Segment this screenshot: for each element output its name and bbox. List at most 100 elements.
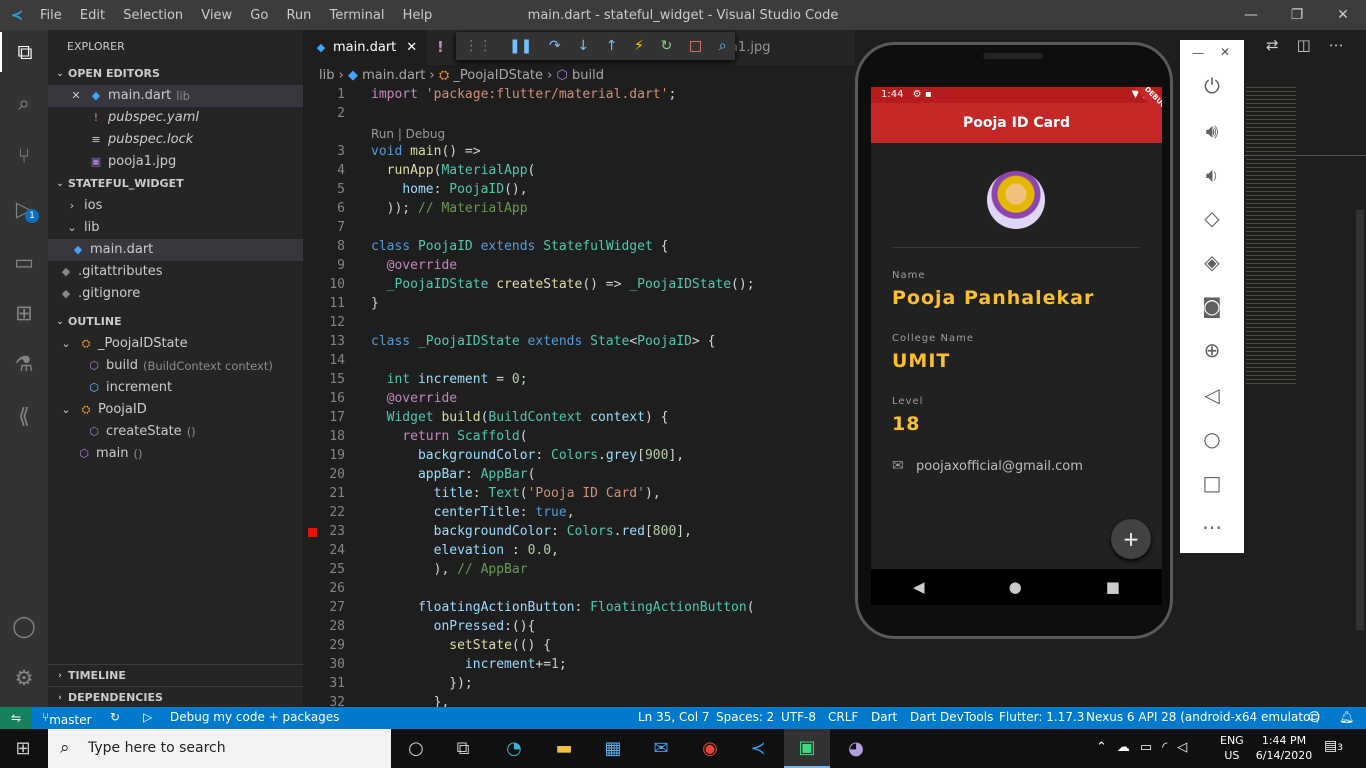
close-window-button[interactable]: ✕ [1320,0,1366,30]
power-icon[interactable]: ⏻ [1180,74,1244,98]
restart-icon[interactable]: ↻ [661,38,673,54]
mail-icon[interactable]: ✉ [638,729,684,768]
emulator-close-button[interactable]: ✕ [1220,45,1230,59]
branch-status[interactable]: ⑂ master [42,710,92,727]
open-editor-pooja1-jpg[interactable]: ▣ pooja1.jpg [48,151,303,173]
screenshot-icon[interactable]: ◙ [1180,294,1244,318]
open-editor-pubspec-lock[interactable]: ≡ pubspec.lock [48,129,303,151]
dependencies-section[interactable]: › DEPENDENCIES [48,686,303,708]
menu-file[interactable]: File [40,8,62,23]
clock[interactable]: 1:44 PM 6/14/2020 [1254,733,1314,763]
outline-increment[interactable]: ⬡ increment [48,377,303,399]
menu-help[interactable]: Help [403,8,433,23]
breadcrumb-file[interactable]: main.dart [362,68,425,83]
cortana-icon[interactable]: ○ [393,729,439,768]
compare-icon[interactable]: ⇄ [1266,36,1279,54]
rotate-left-icon[interactable]: ◇ [1180,206,1244,230]
back-nav-icon[interactable]: ◀ [913,578,925,596]
breadcrumb-method[interactable]: build [572,68,604,83]
dart-devtools[interactable]: Dart DevTools [910,710,993,724]
close-icon[interactable]: ✕ [68,85,84,107]
outline-poojaidstate[interactable]: ⌄ ⛭ _PoojaIDState [48,333,303,355]
outline-build[interactable]: ⬡ build (BuildContext context) [48,355,303,377]
open-editors-section[interactable]: ⌄ OPEN EDITORS [48,63,303,85]
vscode-taskbar-icon[interactable]: ≺ [735,729,781,768]
remote-indicator-icon[interactable]: ⇋ [0,707,32,729]
explorer-icon[interactable]: ⧉ [0,32,48,72]
remote-explorer-icon[interactable]: ▭ [0,242,48,282]
folder-ios[interactable]: › ios [48,195,303,217]
account-icon[interactable]: ◯ [0,606,48,646]
flutter-version[interactable]: Flutter: 1.17.3 [999,710,1084,724]
pause-icon[interactable]: ❚❚ [509,38,532,54]
run-debug-icon[interactable]: ▷ 1 [0,189,48,229]
outline-poojaid[interactable]: ⌄ ⛭ PoojaID [48,399,303,421]
testing-icon[interactable]: ⚗ [0,344,48,384]
minimap[interactable] [1244,60,1366,707]
code-editor[interactable]: 1 import 'package:flutter/material.dart';… [303,87,855,710]
menu-selection[interactable]: Selection [123,8,183,23]
task-view-icon[interactable]: ⧉ [440,729,486,768]
chrome-icon[interactable]: ◉ [687,729,733,768]
outline-main[interactable]: ⬡ main() [48,443,303,465]
device-selector[interactable]: Nexus 6 API 28 (android-x64 emulator) [1086,710,1320,724]
emulator-app-icon[interactable]: ◕ [833,729,879,768]
hot-reload-icon[interactable]: ⚡ [634,38,644,54]
action-center-icon[interactable]: ▤3 [1324,738,1343,754]
battery-icon[interactable]: ▭ [1140,740,1152,755]
step-out-icon[interactable]: ↑ [606,38,618,54]
minimize-button[interactable]: — [1228,0,1274,30]
encoding[interactable]: UTF-8 [781,710,816,724]
breadcrumb-class[interactable]: _PoojaIDState [453,68,543,83]
extensions-icon[interactable]: ⊞ [0,293,48,333]
breadcrumb-lib[interactable]: lib [319,68,334,83]
menu-run[interactable]: Run [286,8,311,23]
menu-view[interactable]: View [201,8,232,23]
folder-lib[interactable]: ⌄ lib [48,217,303,239]
restore-button[interactable]: ❐ [1274,0,1320,30]
android-studio-icon[interactable]: ▣ [784,729,830,768]
language-mode[interactable]: Dart [871,710,897,724]
tab-main-dart[interactable]: ◆ main.dart ✕ [303,30,428,65]
emulator-screen[interactable]: 1:44 ⚙ ▪ ▼ ▮ Pooja ID Card DEBUG Name Po… [871,87,1162,569]
file-gitignore[interactable]: ◆ .gitignore [48,283,303,305]
network-icon[interactable]: ◜ [1162,740,1167,755]
back-icon[interactable]: ◁ [1180,383,1244,407]
zoom-icon[interactable]: ⊕ [1180,338,1244,362]
timeline-section[interactable]: › TIMELINE [48,664,303,686]
volume-up-icon[interactable]: 🔊︎ [1180,119,1244,143]
file-explorer-icon[interactable]: ▬ [541,729,587,768]
cursor-position[interactable]: Ln 35, Col 7 [638,710,710,724]
menu-go[interactable]: Go [250,8,268,23]
inspect-widget-icon[interactable]: ⌕ [719,38,727,54]
input-language[interactable]: ENG US [1220,733,1244,763]
more-options-icon[interactable]: ⋯ [1180,515,1244,539]
codelens-run-debug[interactable]: Run | Debug [371,127,445,141]
sync-icon[interactable]: ↻ [110,710,120,724]
home-nav-icon[interactable]: ● [1009,578,1022,596]
file-main-dart[interactable]: ◆ main.dart [48,239,303,261]
recents-nav-icon[interactable]: ■ [1106,578,1120,596]
file-gitattributes[interactable]: ◆ .gitattributes [48,261,303,283]
close-tab-icon[interactable]: ✕ [406,30,417,65]
drag-handle-icon[interactable]: ⋮⋮ [464,38,492,54]
volume-down-icon[interactable]: 🔉︎ [1180,163,1244,187]
rotate-right-icon[interactable]: ◈ [1180,250,1244,274]
feedback-icon[interactable]: ☺ [1308,710,1321,724]
stop-icon[interactable]: □ [689,38,702,54]
debug-config[interactable]: Debug my code + packages [170,710,339,724]
home-icon[interactable]: ○ [1180,427,1244,451]
flutter-icon[interactable]: ⟪ [0,396,48,436]
search-icon[interactable]: ⌕ [0,83,48,123]
source-control-icon[interactable]: ⑂ [0,136,48,176]
overview-icon[interactable]: □ [1180,471,1244,495]
more-actions-icon[interactable]: ⋯ [1329,36,1344,54]
notifications-bell-icon[interactable]: 🔔︎ [1339,710,1354,724]
fab-add-button[interactable]: + [1111,519,1151,559]
open-editor-pubspec-yaml[interactable]: ! pubspec.yaml [48,107,303,129]
emulator-minimize-button[interactable]: — [1192,46,1204,60]
indentation[interactable]: Spaces: 2 [716,710,774,724]
menu-edit[interactable]: Edit [80,8,105,23]
step-over-icon[interactable]: ↷ [549,38,561,54]
outline-createstate[interactable]: ⬡ createState() [48,421,303,443]
